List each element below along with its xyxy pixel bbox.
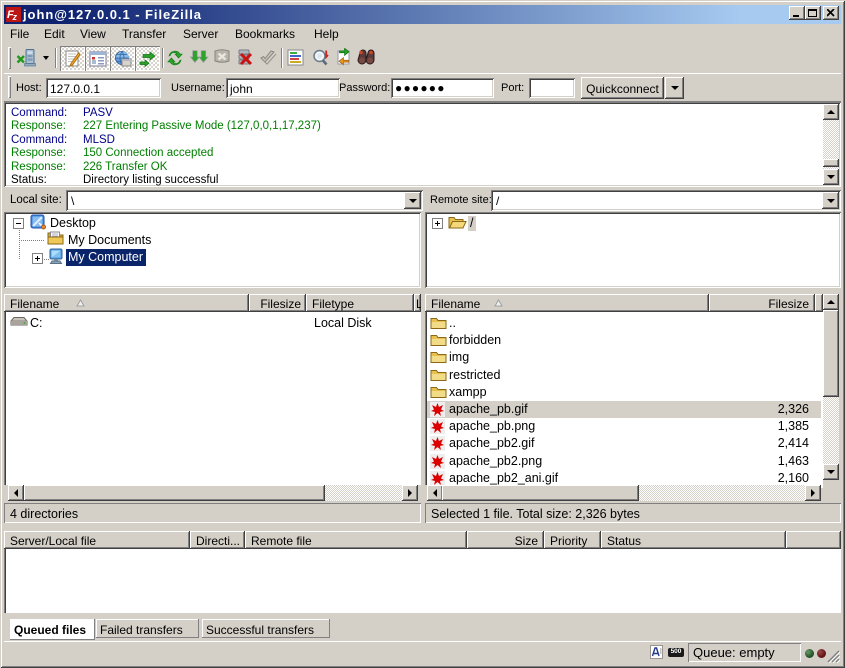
svg-text:z: z (12, 12, 18, 22)
